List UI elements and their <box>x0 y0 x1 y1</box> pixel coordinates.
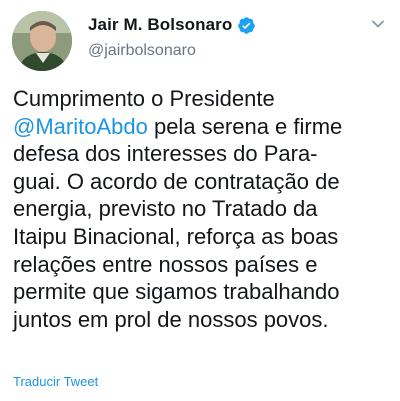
chevron-down-icon[interactable] <box>368 14 388 34</box>
tweet-text: Cumprimento o Presidente @MaritoAbdo pela… <box>13 85 395 333</box>
tweet-line: Itaipu Binacional, reforça as boas <box>13 223 395 251</box>
tweet-line: Cumprimento o Presidente <box>13 85 395 113</box>
verified-badge-icon <box>237 16 256 35</box>
author-handle[interactable]: @jairbolsonaro <box>88 42 196 60</box>
avatar-image <box>12 11 72 71</box>
translate-tweet-link[interactable]: Traducir Tweet <box>13 374 98 389</box>
tweet-line: @MaritoAbdo pela serena e firme <box>13 113 395 141</box>
tweet-text-segment: permite que sigamos trabalhando <box>13 279 340 305</box>
mention-link[interactable]: @MaritoAbdo <box>13 114 148 139</box>
tweet-text-segment: defesa dos interesses do Para- <box>13 141 318 167</box>
tweet-line: defesa dos interesses do Para- <box>13 140 395 168</box>
tweet-line: energia, previsto no Tratado da <box>13 195 395 223</box>
tweet-text-segment: guai. O acordo de contratação de <box>13 168 340 194</box>
tweet-text-segment: energia, previsto no Tratado da <box>13 196 318 222</box>
author-name-row: Jair M. Bolsonaro <box>88 14 256 36</box>
tweet-text-segment: juntos em prol de nossos povos. <box>13 306 329 332</box>
tweet-line: relações entre nossos países e <box>13 251 395 279</box>
tweet-line: juntos em prol de nossos povos. <box>13 306 395 334</box>
tweet-line: permite que sigamos trabalhando <box>13 278 395 306</box>
tweet-text-segment: Itaipu Binacional, reforça as boas <box>13 223 339 249</box>
author-display-name[interactable]: Jair M. Bolsonaro <box>88 15 232 35</box>
tweet-text-segment: relações entre nossos países e <box>13 251 318 277</box>
avatar[interactable] <box>12 11 72 71</box>
tweet-text-segment: pela serena e firme <box>147 113 343 139</box>
tweet-text-segment: Cumprimento o Presidente <box>13 86 275 111</box>
tweet-line: guai. O acordo de contratação de <box>13 168 395 196</box>
tweet-card: Jair M. Bolsonaro @jairbolsonaro Cumprim… <box>0 0 400 401</box>
